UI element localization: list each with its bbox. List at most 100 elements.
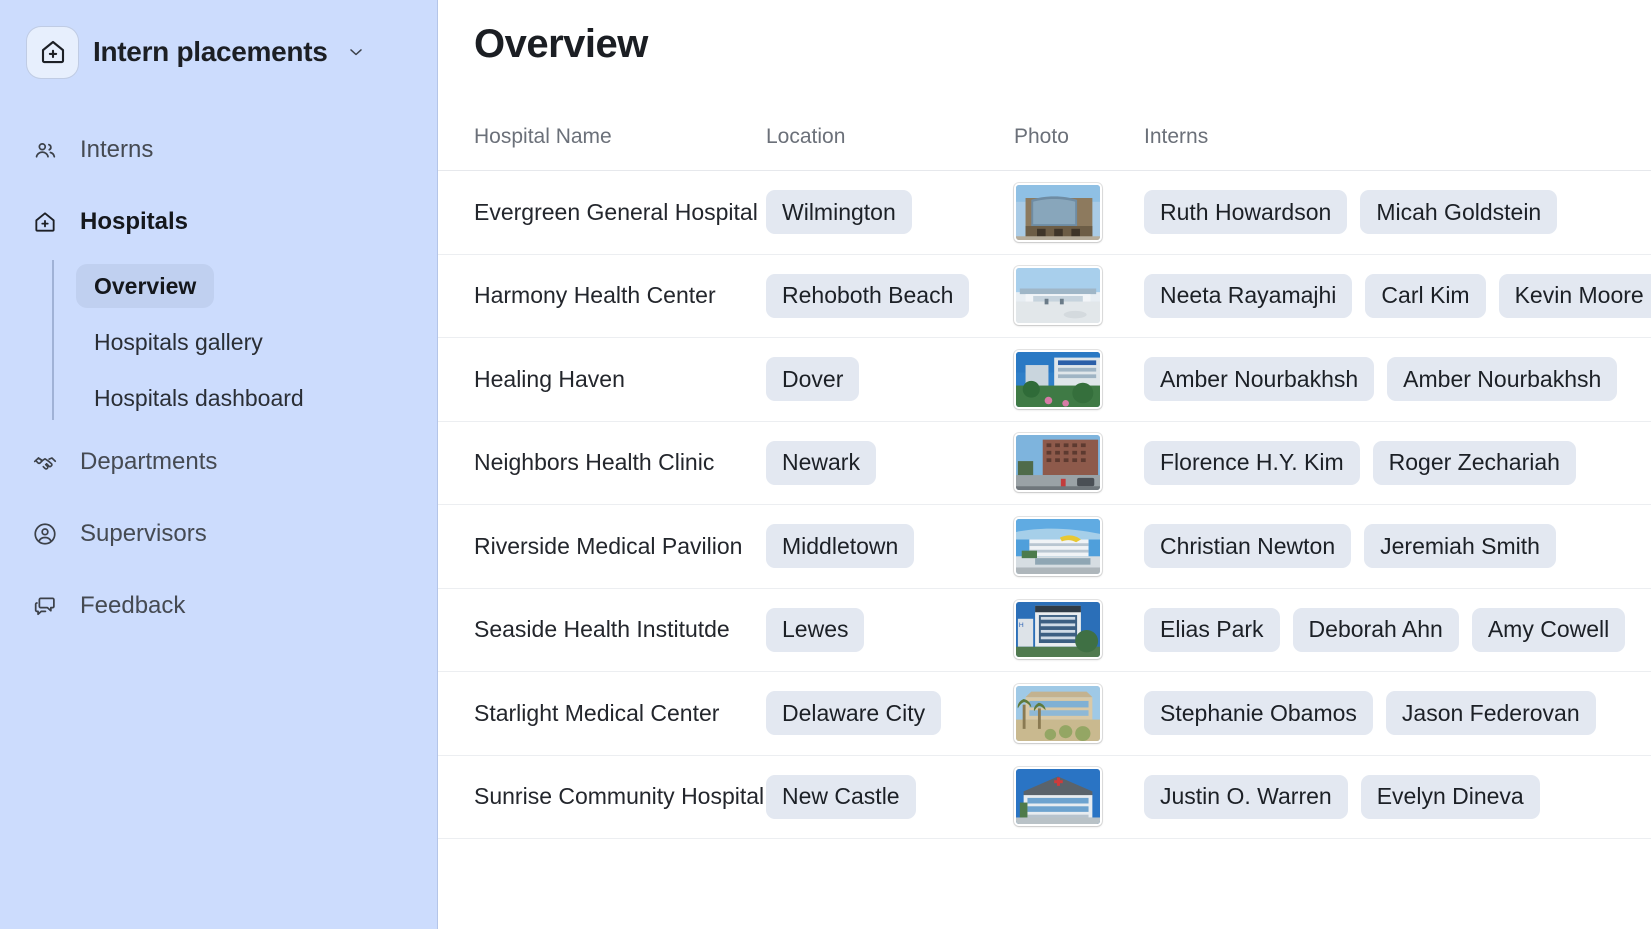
cell-hospital-name: Sunrise Community Hospital <box>438 783 766 810</box>
intern-chip-list: Neeta Rayamajhi Carl Kim Kevin Moore <box>1144 273 1651 318</box>
hospital-photo-blue-sky-tower[interactable] <box>1014 349 1102 409</box>
hospital-name-text: Neighbors Health Clinic <box>474 449 715 476</box>
cell-interns: Christian Newton Jeremiah Smith <box>1144 524 1651 569</box>
svg-text:H: H <box>1019 622 1024 629</box>
intern-chip[interactable]: Deborah Ahn <box>1292 607 1459 652</box>
table-row[interactable]: Neighbors Health Clinic Newark Florence H.… <box>438 422 1651 505</box>
location-chip[interactable]: Rehoboth Beach <box>766 273 970 318</box>
location-chip[interactable]: Middletown <box>766 524 915 569</box>
intern-chip[interactable]: Ruth Howardson <box>1144 190 1348 235</box>
column-header-hospital-name[interactable]: Hospital Name <box>438 123 766 149</box>
intern-chip-list: Elias Park Deborah Ahn Amy Cowell <box>1144 607 1651 652</box>
intern-chip[interactable]: Carl Kim <box>1365 273 1486 318</box>
sidebar-item-hospitals[interactable]: Hospitals <box>0 186 438 258</box>
app-root: Intern placements Interns Hospitals Over… <box>0 0 1651 929</box>
intern-chip[interactable]: Evelyn Dineva <box>1360 774 1540 819</box>
column-header-location[interactable]: Location <box>766 123 1014 149</box>
hospital-name-text: Healing Haven <box>474 365 625 392</box>
hospital-photo-brick-highrise[interactable] <box>1014 433 1102 493</box>
column-header-photo[interactable]: Photo <box>1014 123 1144 149</box>
chevron-down-icon[interactable] <box>346 42 366 62</box>
intern-chip[interactable]: Christian Newton <box>1144 524 1352 569</box>
intern-chip-list: Justin O. Warren Evelyn Dineva <box>1144 774 1651 819</box>
sidebar-item-label: Feedback <box>80 592 186 619</box>
intern-chip[interactable]: Jason Federovan <box>1385 691 1596 736</box>
sidebar-nav: Interns Hospitals Overview Hospitals gal… <box>0 114 438 642</box>
intern-chip[interactable]: Stephanie Obamos <box>1144 691 1373 736</box>
table-row[interactable]: Healing Haven Dover Amber Nourbakhsh Amber … <box>438 338 1651 422</box>
people-icon <box>32 137 58 163</box>
table-row[interactable]: Sunrise Community Hospital New Castle Just… <box>438 756 1651 839</box>
hospital-photo-palm-trees-entrance[interactable] <box>1014 683 1102 743</box>
cell-location: Newark <box>766 440 1014 485</box>
intern-chip[interactable]: Micah Goldstein <box>1360 190 1558 235</box>
cell-photo <box>1014 349 1144 409</box>
cell-interns: Florence H.Y. Kim Roger Zechariah <box>1144 440 1651 485</box>
location-chip[interactable]: Dover <box>766 357 860 402</box>
cell-location: Lewes <box>766 607 1014 652</box>
intern-chip[interactable]: Neeta Rayamajhi <box>1144 273 1353 318</box>
table-row[interactable]: Seaside Health Institutde Lewes H Elias Par… <box>438 589 1651 672</box>
table-row[interactable]: Starlight Medical Center Delaware City Ste… <box>438 672 1651 756</box>
cell-photo <box>1014 767 1144 827</box>
cell-location: Delaware City <box>766 691 1014 736</box>
table-header-row: Hospital Name Location Photo Interns <box>438 123 1651 171</box>
hospital-photo-angular-glass-roof[interactable] <box>1014 767 1102 827</box>
table-row[interactable]: Riverside Medical Pavilion Middletown Chri… <box>438 505 1651 589</box>
sidebar-item-departments[interactable]: Departments <box>0 426 438 498</box>
sidebar-subitem-hospitals-gallery[interactable]: Hospitals gallery <box>76 314 438 370</box>
hospital-photo-dark-glass-block[interactable]: H <box>1014 600 1102 660</box>
intern-chip[interactable]: Amy Cowell <box>1471 607 1626 652</box>
sidebar-item-label: Supervisors <box>80 520 207 547</box>
hospital-photo-curved-glass-facade[interactable] <box>1014 182 1102 242</box>
hospital-name-text: Harmony Health Center <box>474 282 716 309</box>
cell-interns: Ruth Howardson Micah Goldstein <box>1144 190 1651 235</box>
cell-interns: Amber Nourbakhsh Amber Nourbakhsh <box>1144 357 1651 402</box>
sidebar-subitem-overview[interactable]: Overview <box>76 258 438 314</box>
sidebar-item-supervisors[interactable]: Supervisors <box>0 498 438 570</box>
location-chip[interactable]: New Castle <box>766 774 916 819</box>
cell-location: Dover <box>766 357 1014 402</box>
sidebar-subitem-label: Overview <box>76 264 215 308</box>
hospital-name-text: Starlight Medical Center <box>474 699 720 726</box>
workspace-switcher[interactable]: Intern placements <box>0 0 438 104</box>
chat-bubbles-icon <box>32 593 58 619</box>
location-chip[interactable]: Delaware City <box>766 691 942 736</box>
location-chip[interactable]: Wilmington <box>766 190 912 235</box>
intern-chip-list: Florence H.Y. Kim Roger Zechariah <box>1144 440 1651 485</box>
sidebar-subitem-hospitals-dashboard[interactable]: Hospitals dashboard <box>76 370 438 426</box>
intern-chip[interactable]: Roger Zechariah <box>1372 440 1576 485</box>
sidebar-item-feedback[interactable]: Feedback <box>0 570 438 642</box>
location-chip[interactable]: Lewes <box>766 607 865 652</box>
hospital-photo-modern-white-pavilion[interactable] <box>1014 516 1102 576</box>
hospital-name-text: Sunrise Community Hospital <box>474 783 765 810</box>
table-row[interactable]: Evergreen General Hospital Wilmington Ruth… <box>438 171 1651 255</box>
sidebar-subnav-hospitals: Overview Hospitals gallery Hospitals das… <box>52 258 438 426</box>
intern-chip[interactable]: Florence H.Y. Kim <box>1144 440 1360 485</box>
intern-chip[interactable]: Justin O. Warren <box>1144 774 1348 819</box>
table-row[interactable]: Harmony Health Center Rehoboth Beach Neeta… <box>438 255 1651 338</box>
location-chip[interactable]: Newark <box>766 440 876 485</box>
cell-photo: H <box>1014 600 1144 660</box>
intern-chip[interactable]: Jeremiah Smith <box>1364 524 1556 569</box>
cell-interns: Stephanie Obamos Jason Federovan <box>1144 691 1651 736</box>
hospital-photo-low-white-entrance[interactable] <box>1014 266 1102 326</box>
cell-photo <box>1014 182 1144 242</box>
cell-hospital-name: Seaside Health Institutde <box>438 616 766 643</box>
cell-location: Wilmington <box>766 190 1014 235</box>
intern-chip[interactable]: Amber Nourbakhsh <box>1387 357 1618 402</box>
intern-chip[interactable]: Kevin Moore <box>1498 273 1651 318</box>
hospitals-table: Hospital Name Location Photo Interns Eve… <box>438 123 1651 839</box>
sidebar: Intern placements Interns Hospitals Over… <box>0 0 438 929</box>
intern-chip[interactable]: Amber Nourbakhsh <box>1144 357 1375 402</box>
column-header-interns[interactable]: Interns <box>1144 123 1651 149</box>
intern-chip-list: Amber Nourbakhsh Amber Nourbakhsh <box>1144 357 1651 402</box>
sidebar-item-interns[interactable]: Interns <box>0 114 438 186</box>
user-circle-icon <box>32 521 58 547</box>
intern-chip[interactable]: Elias Park <box>1144 607 1280 652</box>
cell-hospital-name: Healing Haven <box>438 366 766 393</box>
cell-hospital-name: Neighbors Health Clinic <box>438 449 766 476</box>
cell-interns: Neeta Rayamajhi Carl Kim Kevin Moore <box>1144 273 1651 318</box>
intern-chip-list: Ruth Howardson Micah Goldstein <box>1144 190 1651 235</box>
home-plus-icon <box>32 209 58 235</box>
